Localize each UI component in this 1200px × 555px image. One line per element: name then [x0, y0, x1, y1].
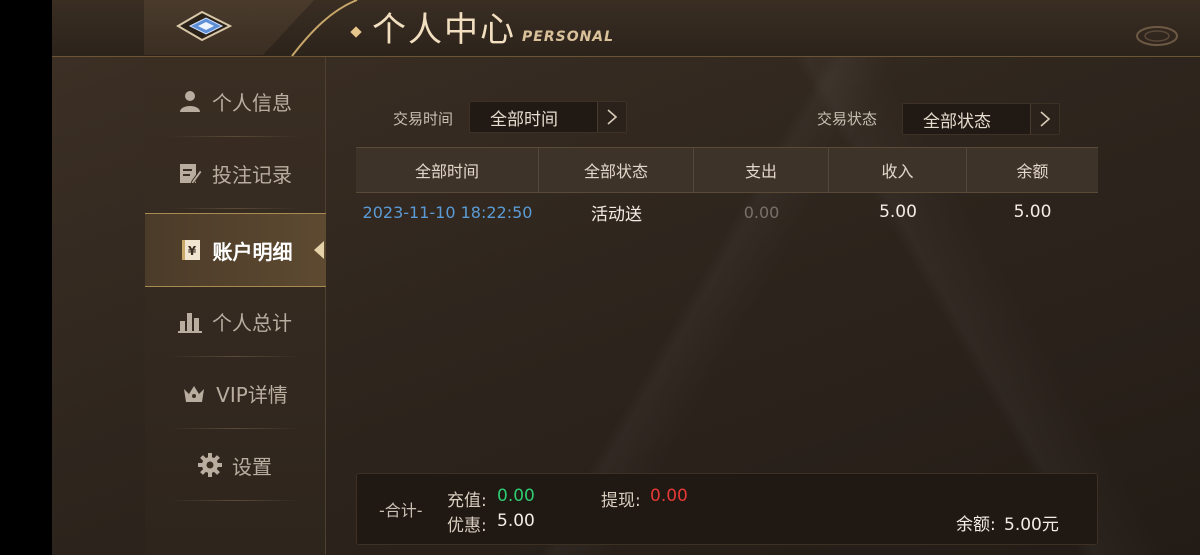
- sidebar-item-settings[interactable]: 设置: [145, 429, 325, 501]
- active-indicator-icon: [314, 241, 324, 259]
- header-divider-curve: [291, 0, 358, 56]
- sidebar-item-label: 投注记录: [212, 162, 292, 187]
- sidebar-item-label: VIP详情: [216, 382, 288, 407]
- column-header-time[interactable]: 全部时间: [356, 148, 539, 192]
- sidebar-item-label: 个人信息: [212, 90, 292, 115]
- recharge-label: 充值:: [447, 491, 487, 511]
- summary-balance-value: 5.00元: [1004, 515, 1059, 535]
- app-window: 个人中心 PERSONAL 个人信息 投注记录 ¥ 账户明细 个人总计 VIP详…: [52, 0, 1200, 555]
- transaction-status-label: 交易状态: [817, 110, 878, 128]
- sidebar-item-label: 账户明细: [212, 239, 293, 264]
- transaction-status-select[interactable]: 全部状态: [902, 103, 1060, 135]
- back-arrow-icon[interactable]: [176, 10, 232, 42]
- column-header-status[interactable]: 全部状态: [539, 148, 694, 192]
- column-header-balance: 余额: [1016, 162, 1049, 181]
- transaction-time-label: 交易时间: [393, 110, 454, 128]
- chevron-right-icon: [597, 102, 626, 132]
- yen-ledger-icon: ¥: [181, 240, 200, 260]
- header-bar: 个人中心 PERSONAL: [52, 0, 1200, 57]
- chevron-right-icon: [1030, 104, 1059, 134]
- row-balance: 5.00: [1013, 202, 1052, 222]
- summary-panel: -合计- 充值: 0.00 优惠: 5.00 提现: 0.00 余额: 5.00…: [356, 473, 1098, 545]
- sidebar-item-account-details[interactable]: ¥ 账户明细: [145, 213, 326, 287]
- column-header-expense: 支出: [694, 148, 829, 192]
- row-time: 2023-11-10 18:22:50: [362, 202, 533, 222]
- table-header: 全部时间 全部状态 支出 收入 余额: [356, 147, 1098, 193]
- page-title: 个人中心 PERSONAL: [350, 10, 615, 50]
- sidebar: 个人信息 投注记录 ¥ 账户明细 个人总计 VIP详情 设置: [145, 57, 326, 555]
- sidebar-item-vip-details[interactable]: VIP详情: [145, 357, 325, 429]
- sidebar-item-label: 个人总计: [212, 310, 292, 335]
- row-status: 活动送: [591, 204, 642, 225]
- column-header-income: 收入: [829, 148, 967, 192]
- transaction-time-value: 全部时间: [490, 109, 558, 130]
- page-title-cn: 个人中心: [372, 10, 516, 50]
- bonus-label: 优惠:: [447, 516, 487, 536]
- sidebar-item-personal-info[interactable]: 个人信息: [145, 65, 325, 137]
- transaction-time-select[interactable]: 全部时间: [469, 101, 627, 133]
- recharge-value: 0.00: [497, 486, 535, 506]
- summary-label: -合计-: [379, 501, 423, 520]
- summary-balance-label: 余额:: [956, 515, 996, 535]
- decorative-ring-icon: [1136, 26, 1178, 46]
- page-title-en: PERSONAL: [522, 29, 615, 45]
- row-income: 5.00: [879, 202, 917, 222]
- crown-icon: [184, 386, 205, 402]
- bar-chart-icon: [178, 313, 202, 333]
- withdraw-value: 0.00: [650, 486, 688, 506]
- table-row: 2023-11-10 18:22:50 活动送 0.00 5.00 5.00: [356, 192, 1098, 232]
- gear-icon: [198, 453, 222, 477]
- row-expense: 0.00: [743, 202, 780, 222]
- svg-text:¥: ¥: [187, 244, 196, 258]
- edit-record-icon: [180, 164, 202, 185]
- sidebar-item-label: 设置: [232, 454, 272, 479]
- sidebar-item-personal-total[interactable]: 个人总计: [145, 285, 325, 357]
- sidebar-item-bet-records[interactable]: 投注记录: [145, 137, 325, 209]
- title-diamond-icon: [350, 26, 362, 38]
- bonus-value: 5.00: [497, 511, 535, 531]
- transaction-status-value: 全部状态: [923, 111, 991, 132]
- person-icon: [180, 91, 200, 112]
- withdraw-label: 提现:: [601, 491, 641, 511]
